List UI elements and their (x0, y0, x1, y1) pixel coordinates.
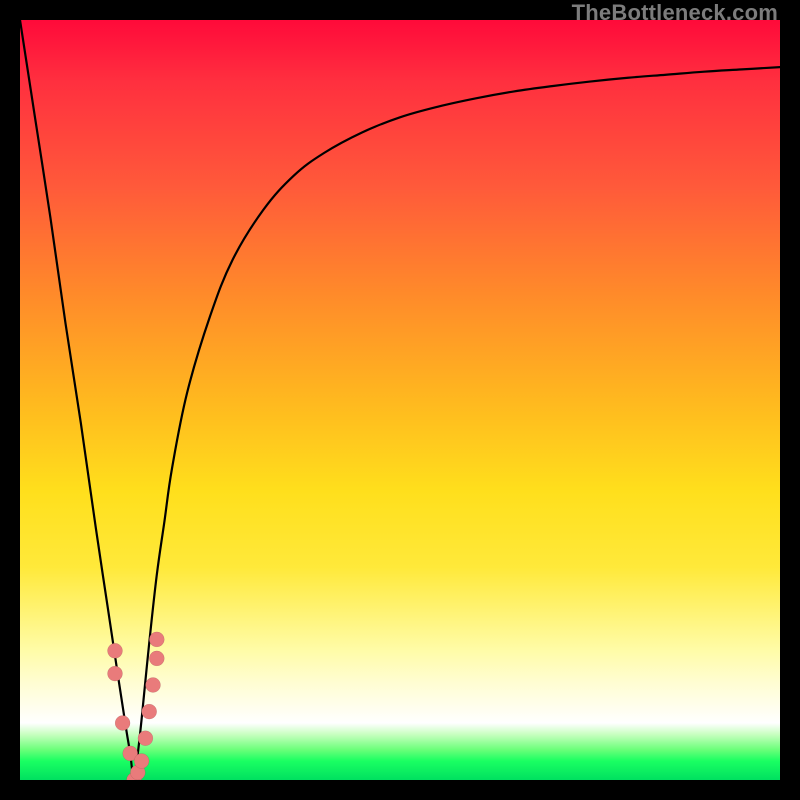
plot-area (20, 20, 780, 780)
data-marker (115, 716, 130, 731)
data-marker (108, 643, 123, 658)
data-marker (142, 704, 157, 719)
data-marker (149, 651, 164, 666)
data-marker (138, 731, 153, 746)
data-marker (146, 678, 161, 693)
data-marker (134, 754, 149, 769)
data-marker (108, 666, 123, 681)
bottleneck-curve (20, 20, 780, 780)
chart-svg (20, 20, 780, 780)
chart-frame: TheBottleneck.com (0, 0, 800, 800)
data-markers (108, 632, 165, 780)
data-marker (149, 632, 164, 647)
